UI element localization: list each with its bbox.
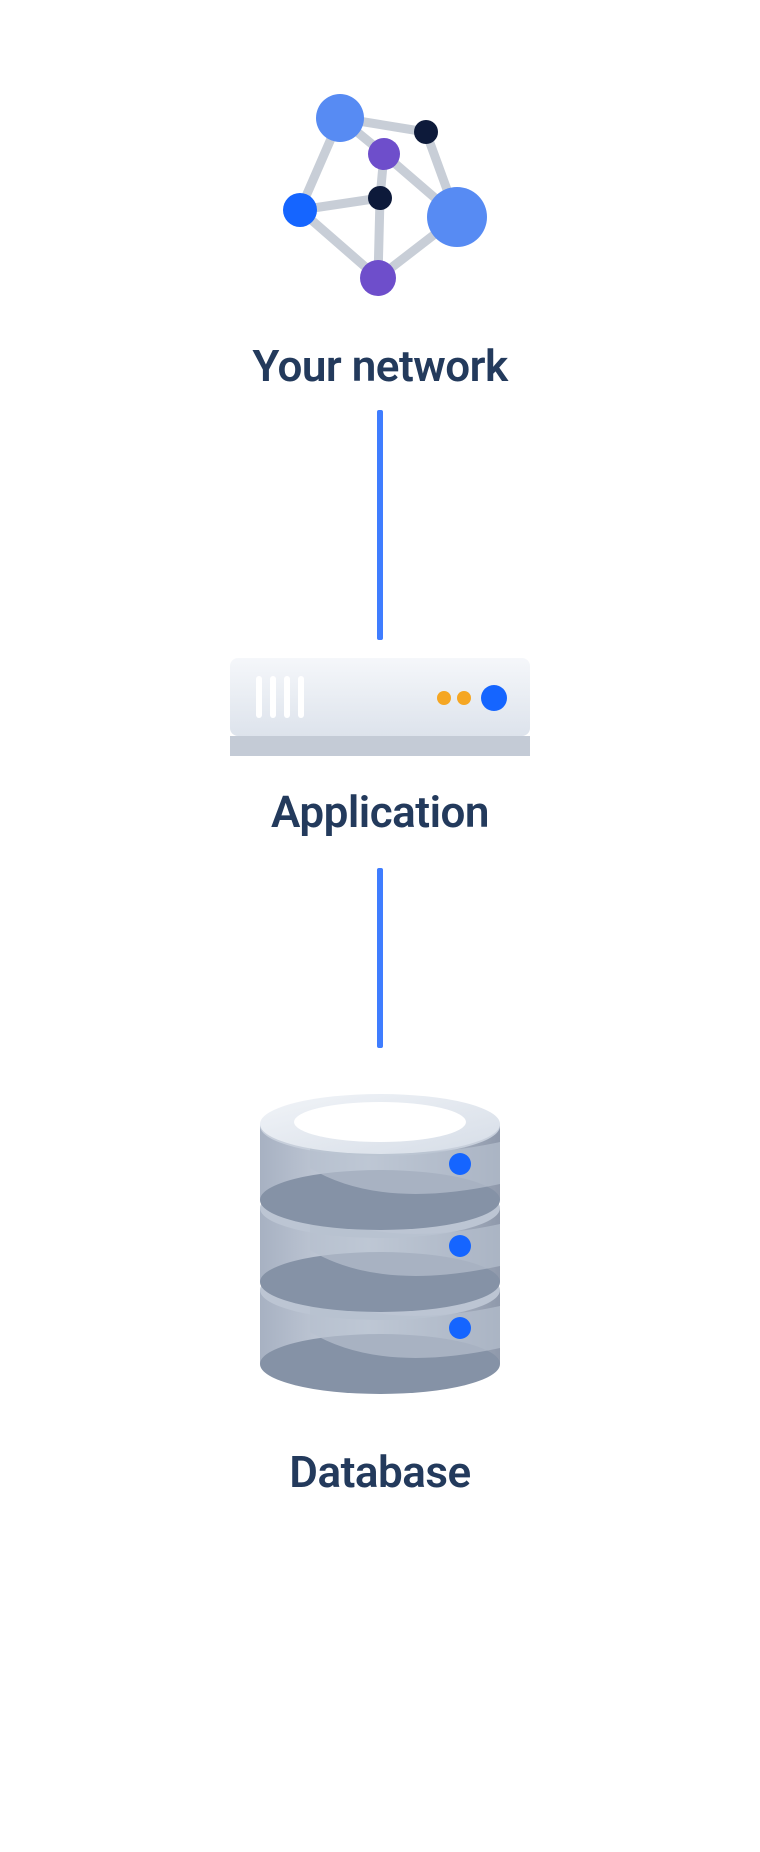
network-graph-icon bbox=[250, 82, 510, 316]
diagram-node-network: Your network bbox=[250, 82, 510, 392]
connector-application-database bbox=[377, 868, 383, 1048]
connector-network-application bbox=[377, 410, 383, 640]
diagram-node-database: Database bbox=[250, 1078, 510, 1498]
node-label-application: Application bbox=[271, 786, 489, 838]
diagram-node-application: Application bbox=[230, 658, 530, 838]
architecture-diagram: Your network bbox=[0, 0, 760, 1852]
database-cylinder-icon bbox=[250, 1078, 510, 1422]
server-box-icon bbox=[230, 658, 530, 762]
node-label-database: Database bbox=[289, 1446, 470, 1498]
node-label-network: Your network bbox=[252, 340, 507, 392]
